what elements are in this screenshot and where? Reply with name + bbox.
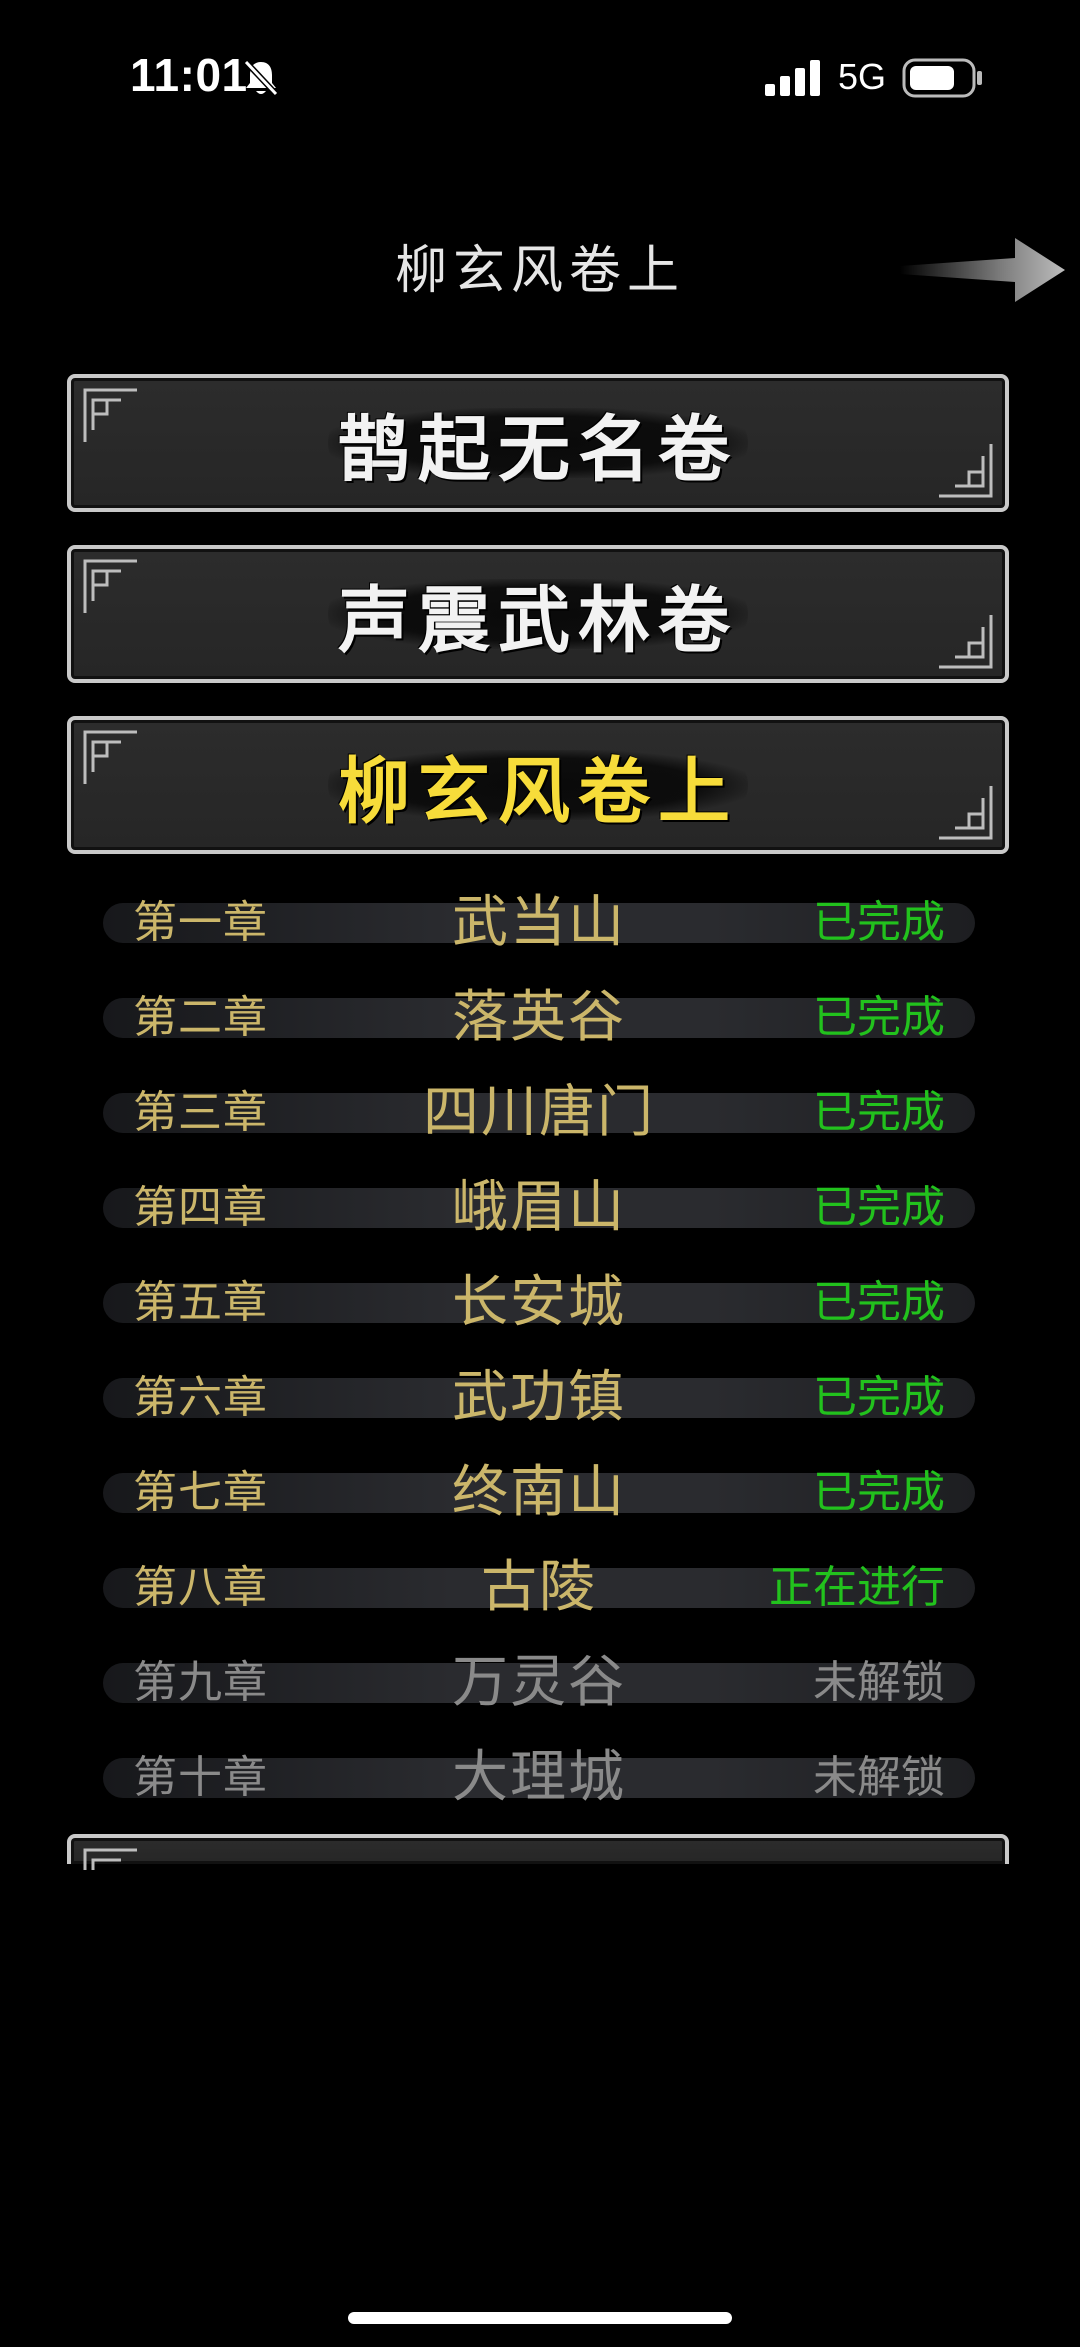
volume-button-3-selected[interactable]: 柳玄风卷上 <box>67 716 1009 854</box>
chapter-row-3[interactable]: 第三章 四川唐门 已完成 <box>103 1081 975 1145</box>
volume-label: 鹊起无名卷 <box>337 406 738 492</box>
chapter-status: 已完成 <box>813 1467 945 1518</box>
network-label: 5G <box>838 56 887 97</box>
chapter-row-1[interactable]: 第一章 武当山 已完成 <box>103 891 975 955</box>
chapter-row-9[interactable]: 第九章 万灵谷 未解锁 <box>103 1651 975 1715</box>
corner-ornament-icon <box>83 1848 137 1870</box>
volume-button-1[interactable]: 鹊起无名卷 <box>67 374 1009 512</box>
chapter-row-8[interactable]: 第八章 古陵 正在进行 <box>103 1556 975 1620</box>
bell-slash-icon <box>243 59 279 97</box>
volume-button-2[interactable]: 声震武林卷 <box>67 545 1009 683</box>
volume-label: 柳玄风卷上 <box>337 748 738 834</box>
status-bar: 11:01 5G <box>0 0 1080 150</box>
chapter-status: 未解锁 <box>813 1657 945 1708</box>
battery-icon <box>902 58 982 98</box>
chapter-row-6[interactable]: 第六章 武功镇 已完成 <box>103 1366 975 1430</box>
status-time: 11:01 <box>130 49 248 101</box>
chapter-status: 已完成 <box>813 1087 945 1138</box>
chapter-row-5[interactable]: 第五章 长安城 已完成 <box>103 1271 975 1335</box>
arrow-right-icon[interactable] <box>900 232 1070 312</box>
chapter-row-4[interactable]: 第四章 峨眉山 已完成 <box>103 1176 975 1240</box>
chapter-status: 已完成 <box>813 1182 945 1233</box>
chapter-row-7[interactable]: 第七章 终南山 已完成 <box>103 1461 975 1525</box>
chapter-row-10[interactable]: 第十章 大理城 未解锁 <box>103 1746 975 1810</box>
chapter-status: 正在进行 <box>769 1562 945 1613</box>
volume-label: 声震武林卷 <box>337 577 738 663</box>
chapter-status: 未解锁 <box>813 1752 945 1803</box>
chapter-status: 已完成 <box>813 1277 945 1328</box>
home-indicator[interactable] <box>348 2312 732 2324</box>
volume-button-4-partial[interactable] <box>67 1834 1009 1870</box>
chapter-status: 已完成 <box>813 992 945 1043</box>
chapter-status: 已完成 <box>813 1372 945 1423</box>
chapter-status: 已完成 <box>813 897 945 948</box>
chapter-row-2[interactable]: 第二章 落英谷 已完成 <box>103 986 975 1050</box>
signal-icon <box>765 60 820 96</box>
